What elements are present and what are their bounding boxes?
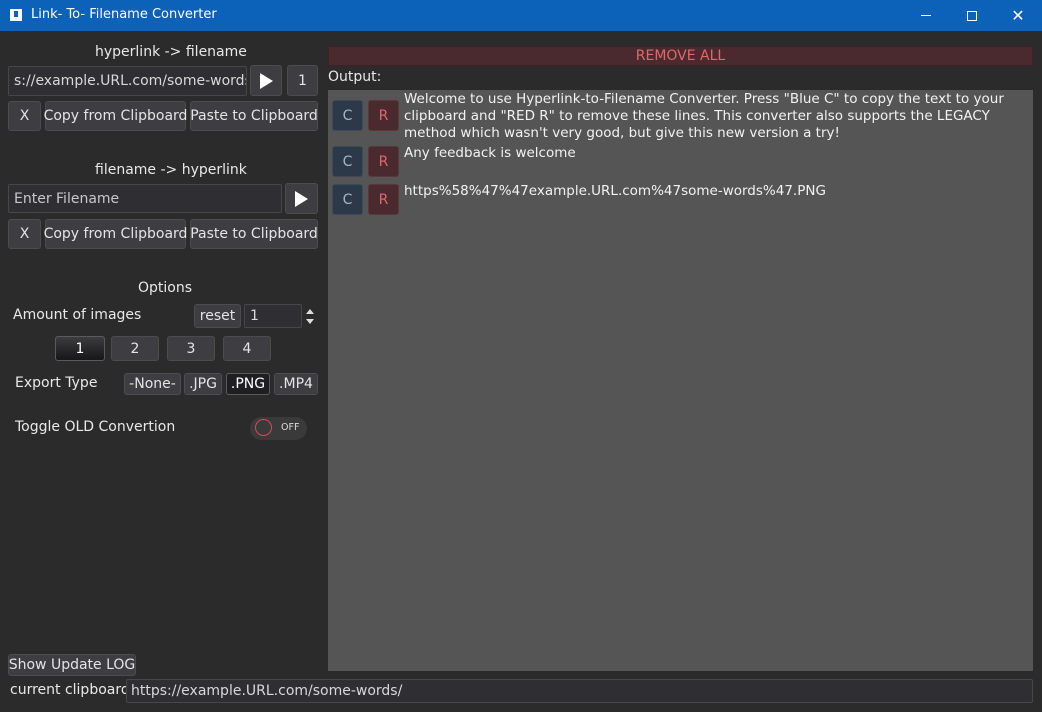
- copy-line-button-3[interactable]: C: [332, 184, 363, 215]
- copy-from-clipboard-button-2[interactable]: Copy from Clipboard: [44, 219, 187, 249]
- convert-link-button[interactable]: [250, 65, 282, 96]
- minimize-icon: [921, 15, 931, 16]
- output-panel: C R Welcome to use Hyperlink-to-Filename…: [328, 90, 1033, 671]
- paste-to-clipboard-button[interactable]: Paste to Clipboard: [190, 101, 318, 131]
- amount-button-2[interactable]: 2: [111, 336, 159, 361]
- convert-filename-button[interactable]: [285, 183, 318, 214]
- current-clipboard-value: https://example.URL.com/some-words/: [126, 679, 1033, 703]
- copy-line-button-2[interactable]: C: [332, 146, 363, 177]
- remove-all-button[interactable]: REMOVE ALL: [328, 46, 1033, 66]
- clear-link-button[interactable]: X: [8, 101, 41, 131]
- toggle-state: OFF: [281, 422, 300, 433]
- link-count-button[interactable]: 1: [287, 65, 318, 96]
- hyperlink-input[interactable]: s://example.URL.com/some-words/: [8, 66, 247, 96]
- spin-down-icon[interactable]: [306, 319, 314, 324]
- minimize-button[interactable]: [903, 0, 949, 31]
- amount-button-1[interactable]: 1: [55, 336, 105, 361]
- export-png-button[interactable]: .PNG: [226, 373, 270, 395]
- amount-button-3[interactable]: 3: [167, 336, 215, 361]
- reset-button[interactable]: reset: [194, 304, 241, 328]
- show-update-log-button[interactable]: Show Update LOG: [8, 654, 136, 676]
- play-icon: [259, 72, 273, 89]
- output-label: Output:: [328, 69, 382, 85]
- export-none-button[interactable]: -None-: [124, 373, 181, 395]
- amount-of-images-label: Amount of images: [13, 307, 142, 323]
- window-title: Link- To- Filename Converter: [31, 7, 217, 22]
- copy-from-clipboard-button[interactable]: Copy from Clipboard: [44, 101, 187, 131]
- output-line-2: Any feedback is welcome: [404, 145, 576, 161]
- toggle-knob: [255, 419, 272, 436]
- old-conversion-toggle[interactable]: OFF: [250, 417, 307, 440]
- link-to-file-heading: hyperlink -> filename: [95, 44, 247, 60]
- file-to-link-heading: filename -> hyperlink: [95, 162, 247, 178]
- app-icon: [10, 9, 22, 21]
- title-bar: Link- To- Filename Converter ✕: [0, 0, 1042, 31]
- output-line-1: Welcome to use Hyperlink-to-Filename Con…: [404, 91, 1004, 141]
- options-heading: Options: [138, 280, 193, 296]
- remove-line-button-1[interactable]: R: [368, 100, 399, 131]
- amount-spinner[interactable]: [303, 306, 317, 328]
- amount-input[interactable]: 1: [244, 304, 302, 328]
- current-clipboard-label: current clipboard:: [10, 682, 135, 698]
- filename-input[interactable]: Enter Filename: [8, 184, 282, 213]
- remove-line-button-2[interactable]: R: [368, 146, 399, 177]
- spin-up-icon[interactable]: [306, 309, 314, 314]
- toggle-old-conversion-label: Toggle OLD Convertion: [15, 419, 176, 435]
- output-line-3: https%58%47%47example.URL.com%47some-wor…: [404, 183, 826, 199]
- remove-line-button-3[interactable]: R: [368, 184, 399, 215]
- amount-button-4[interactable]: 4: [223, 336, 271, 361]
- play-icon: [295, 190, 308, 207]
- maximize-icon: [967, 10, 977, 21]
- maximize-button[interactable]: [949, 0, 995, 31]
- close-button[interactable]: ✕: [995, 0, 1041, 31]
- export-type-label: Export Type: [15, 375, 98, 391]
- copy-line-button-1[interactable]: C: [332, 100, 363, 131]
- paste-to-clipboard-button-2[interactable]: Paste to Clipboard: [190, 219, 318, 249]
- export-mp4-button[interactable]: .MP4: [274, 373, 318, 395]
- clear-filename-button[interactable]: X: [8, 219, 41, 249]
- close-icon: ✕: [1011, 6, 1025, 25]
- export-jpg-button[interactable]: .JPG: [184, 373, 222, 395]
